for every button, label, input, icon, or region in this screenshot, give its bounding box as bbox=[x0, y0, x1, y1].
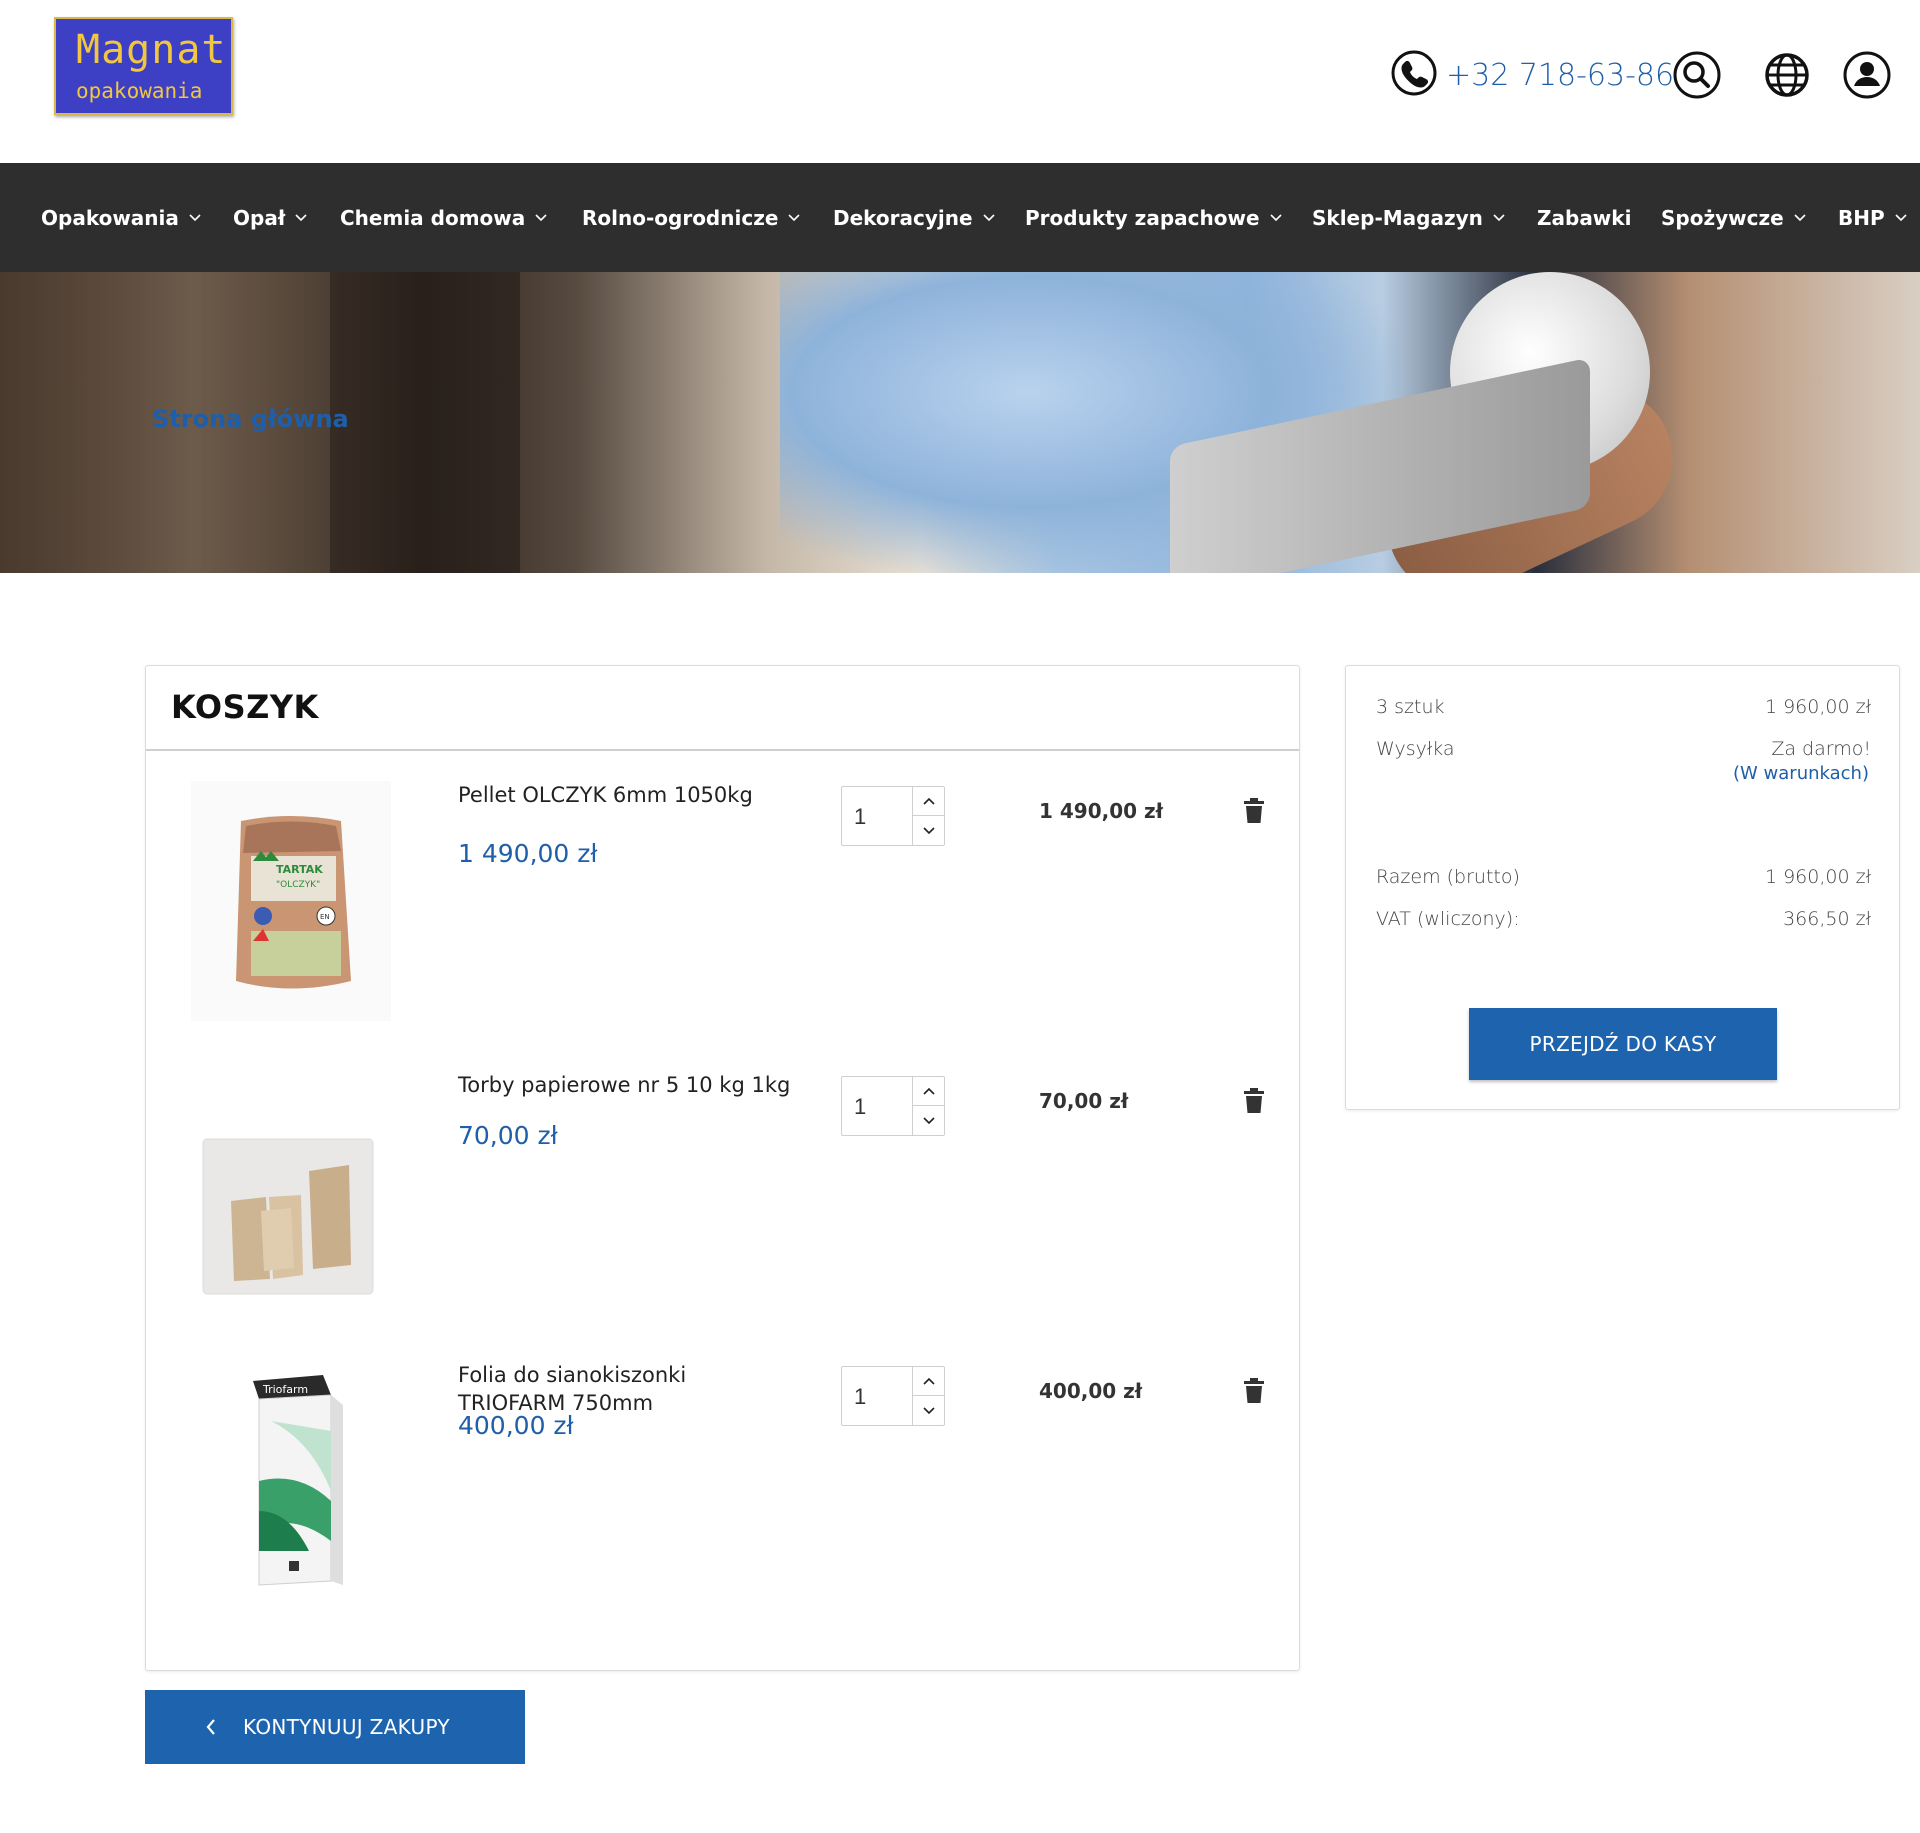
chevron-down-icon bbox=[535, 213, 547, 221]
chevron-down-icon bbox=[922, 826, 935, 834]
chevron-down-icon bbox=[1794, 213, 1806, 221]
line-total: 1 490,00 zł bbox=[1039, 799, 1164, 823]
quantity-value[interactable]: 1 bbox=[854, 1094, 866, 1120]
trash-icon[interactable] bbox=[1243, 1378, 1265, 1404]
phone-icon bbox=[1390, 49, 1438, 102]
order-summary-panel: 3 sztuk 1 960,00 zł Wysyłka Za darmo! (W… bbox=[1345, 665, 1900, 1110]
nav-item-chemia-domowa[interactable]: Chemia domowa bbox=[340, 163, 547, 272]
breadcrumb-home-link[interactable]: Strona główna bbox=[152, 405, 349, 433]
checkout-button[interactable]: PRZEJDŹ DO KASY bbox=[1469, 1008, 1777, 1080]
product-thumbnail-paper-bags[interactable] bbox=[191, 1071, 391, 1311]
summary-shipping-value: Za darmo! bbox=[1771, 738, 1871, 760]
product-name[interactable]: Folia do sianokiszonki TRIOFARM 750mm bbox=[458, 1361, 798, 1417]
main-navigation: Opakowania Opał Chemia domowa Rolno-ogro… bbox=[0, 163, 1920, 272]
quantity-increase-button[interactable] bbox=[913, 1077, 944, 1106]
quantity-stepper[interactable]: 1 bbox=[841, 786, 945, 846]
quantity-stepper[interactable]: 1 bbox=[841, 1366, 945, 1426]
chevron-up-icon bbox=[922, 797, 935, 805]
nav-item-dekoracyjne[interactable]: Dekoracyjne bbox=[833, 163, 995, 272]
quantity-increase-button[interactable] bbox=[913, 1367, 944, 1396]
summary-items-count: 3 sztuk 1 960,00 zł bbox=[1376, 696, 1871, 718]
quantity-decrease-button[interactable] bbox=[913, 816, 944, 845]
summary-vat-value: 366,50 zł bbox=[1783, 908, 1871, 930]
nav-item-produkty-zapachowe[interactable]: Produkty zapachowe bbox=[1025, 163, 1282, 272]
trash-icon[interactable] bbox=[1243, 798, 1265, 824]
summary-shipping: Wysyłka Za darmo! bbox=[1376, 738, 1871, 760]
chevron-down-icon bbox=[295, 213, 307, 221]
product-thumbnail-triofarm[interactable]: Triofarm bbox=[191, 1361, 391, 1601]
cart-item: TARTAK "OLCZYK" EN Pellet OLCZYK 6mm 105… bbox=[146, 751, 1299, 1041]
nav-item-bhp[interactable]: BHP bbox=[1838, 163, 1907, 272]
svg-text:Triofarm: Triofarm bbox=[262, 1383, 308, 1396]
chevron-down-icon bbox=[922, 1116, 935, 1124]
cart-panel: KOSZYK TARTAK "OLCZYK" EN Pellet OLCZYK … bbox=[145, 665, 1300, 1671]
quantity-value[interactable]: 1 bbox=[854, 1384, 866, 1410]
line-total: 70,00 zł bbox=[1039, 1089, 1129, 1113]
site-logo[interactable]: Magnat opakowania bbox=[54, 17, 233, 115]
chevron-up-icon bbox=[922, 1087, 935, 1095]
site-header: Magnat opakowania +32 718-63-86 bbox=[0, 0, 1920, 163]
nav-item-zabawki[interactable]: Zabawki bbox=[1537, 163, 1631, 272]
summary-total: Razem (brutto) 1 960,00 zł bbox=[1376, 866, 1871, 888]
product-name[interactable]: Torby papierowe nr 5 10 kg 1kg bbox=[458, 1071, 798, 1099]
trash-icon[interactable] bbox=[1243, 1088, 1265, 1114]
logo-title: Magnat bbox=[76, 27, 227, 73]
product-name[interactable]: Pellet OLCZYK 6mm 1050kg bbox=[458, 781, 798, 809]
nav-item-opal[interactable]: Opał bbox=[233, 163, 307, 272]
product-unit-price: 400,00 zł bbox=[458, 1411, 574, 1440]
cart-title: KOSZYK bbox=[171, 688, 319, 726]
svg-text:TARTAK: TARTAK bbox=[276, 863, 323, 876]
line-total: 400,00 zł bbox=[1039, 1379, 1143, 1403]
chevron-down-icon bbox=[788, 213, 800, 221]
quantity-decrease-button[interactable] bbox=[913, 1396, 944, 1425]
summary-vat: VAT (wliczony): 366,50 zł bbox=[1376, 908, 1871, 930]
chevron-down-icon bbox=[1269, 213, 1282, 221]
nav-item-opakowania[interactable]: Opakowania bbox=[41, 163, 201, 272]
quantity-decrease-button[interactable] bbox=[913, 1106, 944, 1135]
chevron-down-icon bbox=[983, 213, 995, 221]
nav-item-spozywcze[interactable]: Spożywcze bbox=[1661, 163, 1806, 272]
svg-text:"OLCZYK": "OLCZYK" bbox=[276, 880, 320, 890]
chevron-down-icon bbox=[922, 1406, 935, 1414]
product-thumbnail-pellet[interactable]: TARTAK "OLCZYK" EN bbox=[191, 781, 391, 1021]
continue-shopping-label: KONTYNUUJ ZAKUPY bbox=[243, 1715, 450, 1739]
nav-item-rolno-ogrodnicze[interactable]: Rolno-ogrodnicze bbox=[582, 163, 800, 272]
chevron-up-icon bbox=[922, 1377, 935, 1385]
chevron-down-icon bbox=[1895, 213, 1907, 221]
product-unit-price: 1 490,00 zł bbox=[458, 839, 598, 868]
chevron-down-icon bbox=[1493, 213, 1505, 221]
user-icon[interactable] bbox=[1842, 50, 1892, 100]
quantity-increase-button[interactable] bbox=[913, 787, 944, 816]
chevron-left-icon bbox=[206, 1719, 215, 1735]
chevron-down-icon bbox=[189, 213, 201, 221]
cart-item: Torby papierowe nr 5 10 kg 1kg 70,00 zł … bbox=[146, 1041, 1299, 1331]
quantity-stepper[interactable]: 1 bbox=[841, 1076, 945, 1136]
phone-contact[interactable]: +32 718-63-86 bbox=[1390, 50, 1674, 100]
search-icon[interactable] bbox=[1672, 50, 1722, 100]
quantity-value[interactable]: 1 bbox=[854, 804, 866, 830]
svg-text:EN: EN bbox=[320, 913, 330, 921]
continue-shopping-button[interactable]: KONTYNUUJ ZAKUPY bbox=[145, 1690, 525, 1764]
shipping-conditions-link[interactable]: (W warunkach) bbox=[1733, 763, 1869, 784]
summary-items-value: 1 960,00 zł bbox=[1764, 696, 1871, 718]
nav-item-sklep-magazyn[interactable]: Sklep-Magazyn bbox=[1312, 163, 1505, 272]
cart-item: Triofarm Folia do sianokiszonki TRIOFARM… bbox=[146, 1331, 1299, 1621]
summary-total-value: 1 960,00 zł bbox=[1764, 866, 1871, 888]
phone-number[interactable]: +32 718-63-86 bbox=[1446, 58, 1674, 93]
logo-subtitle: opakowania bbox=[76, 79, 203, 103]
product-unit-price: 70,00 zł bbox=[458, 1121, 558, 1150]
globe-icon[interactable] bbox=[1762, 50, 1812, 100]
